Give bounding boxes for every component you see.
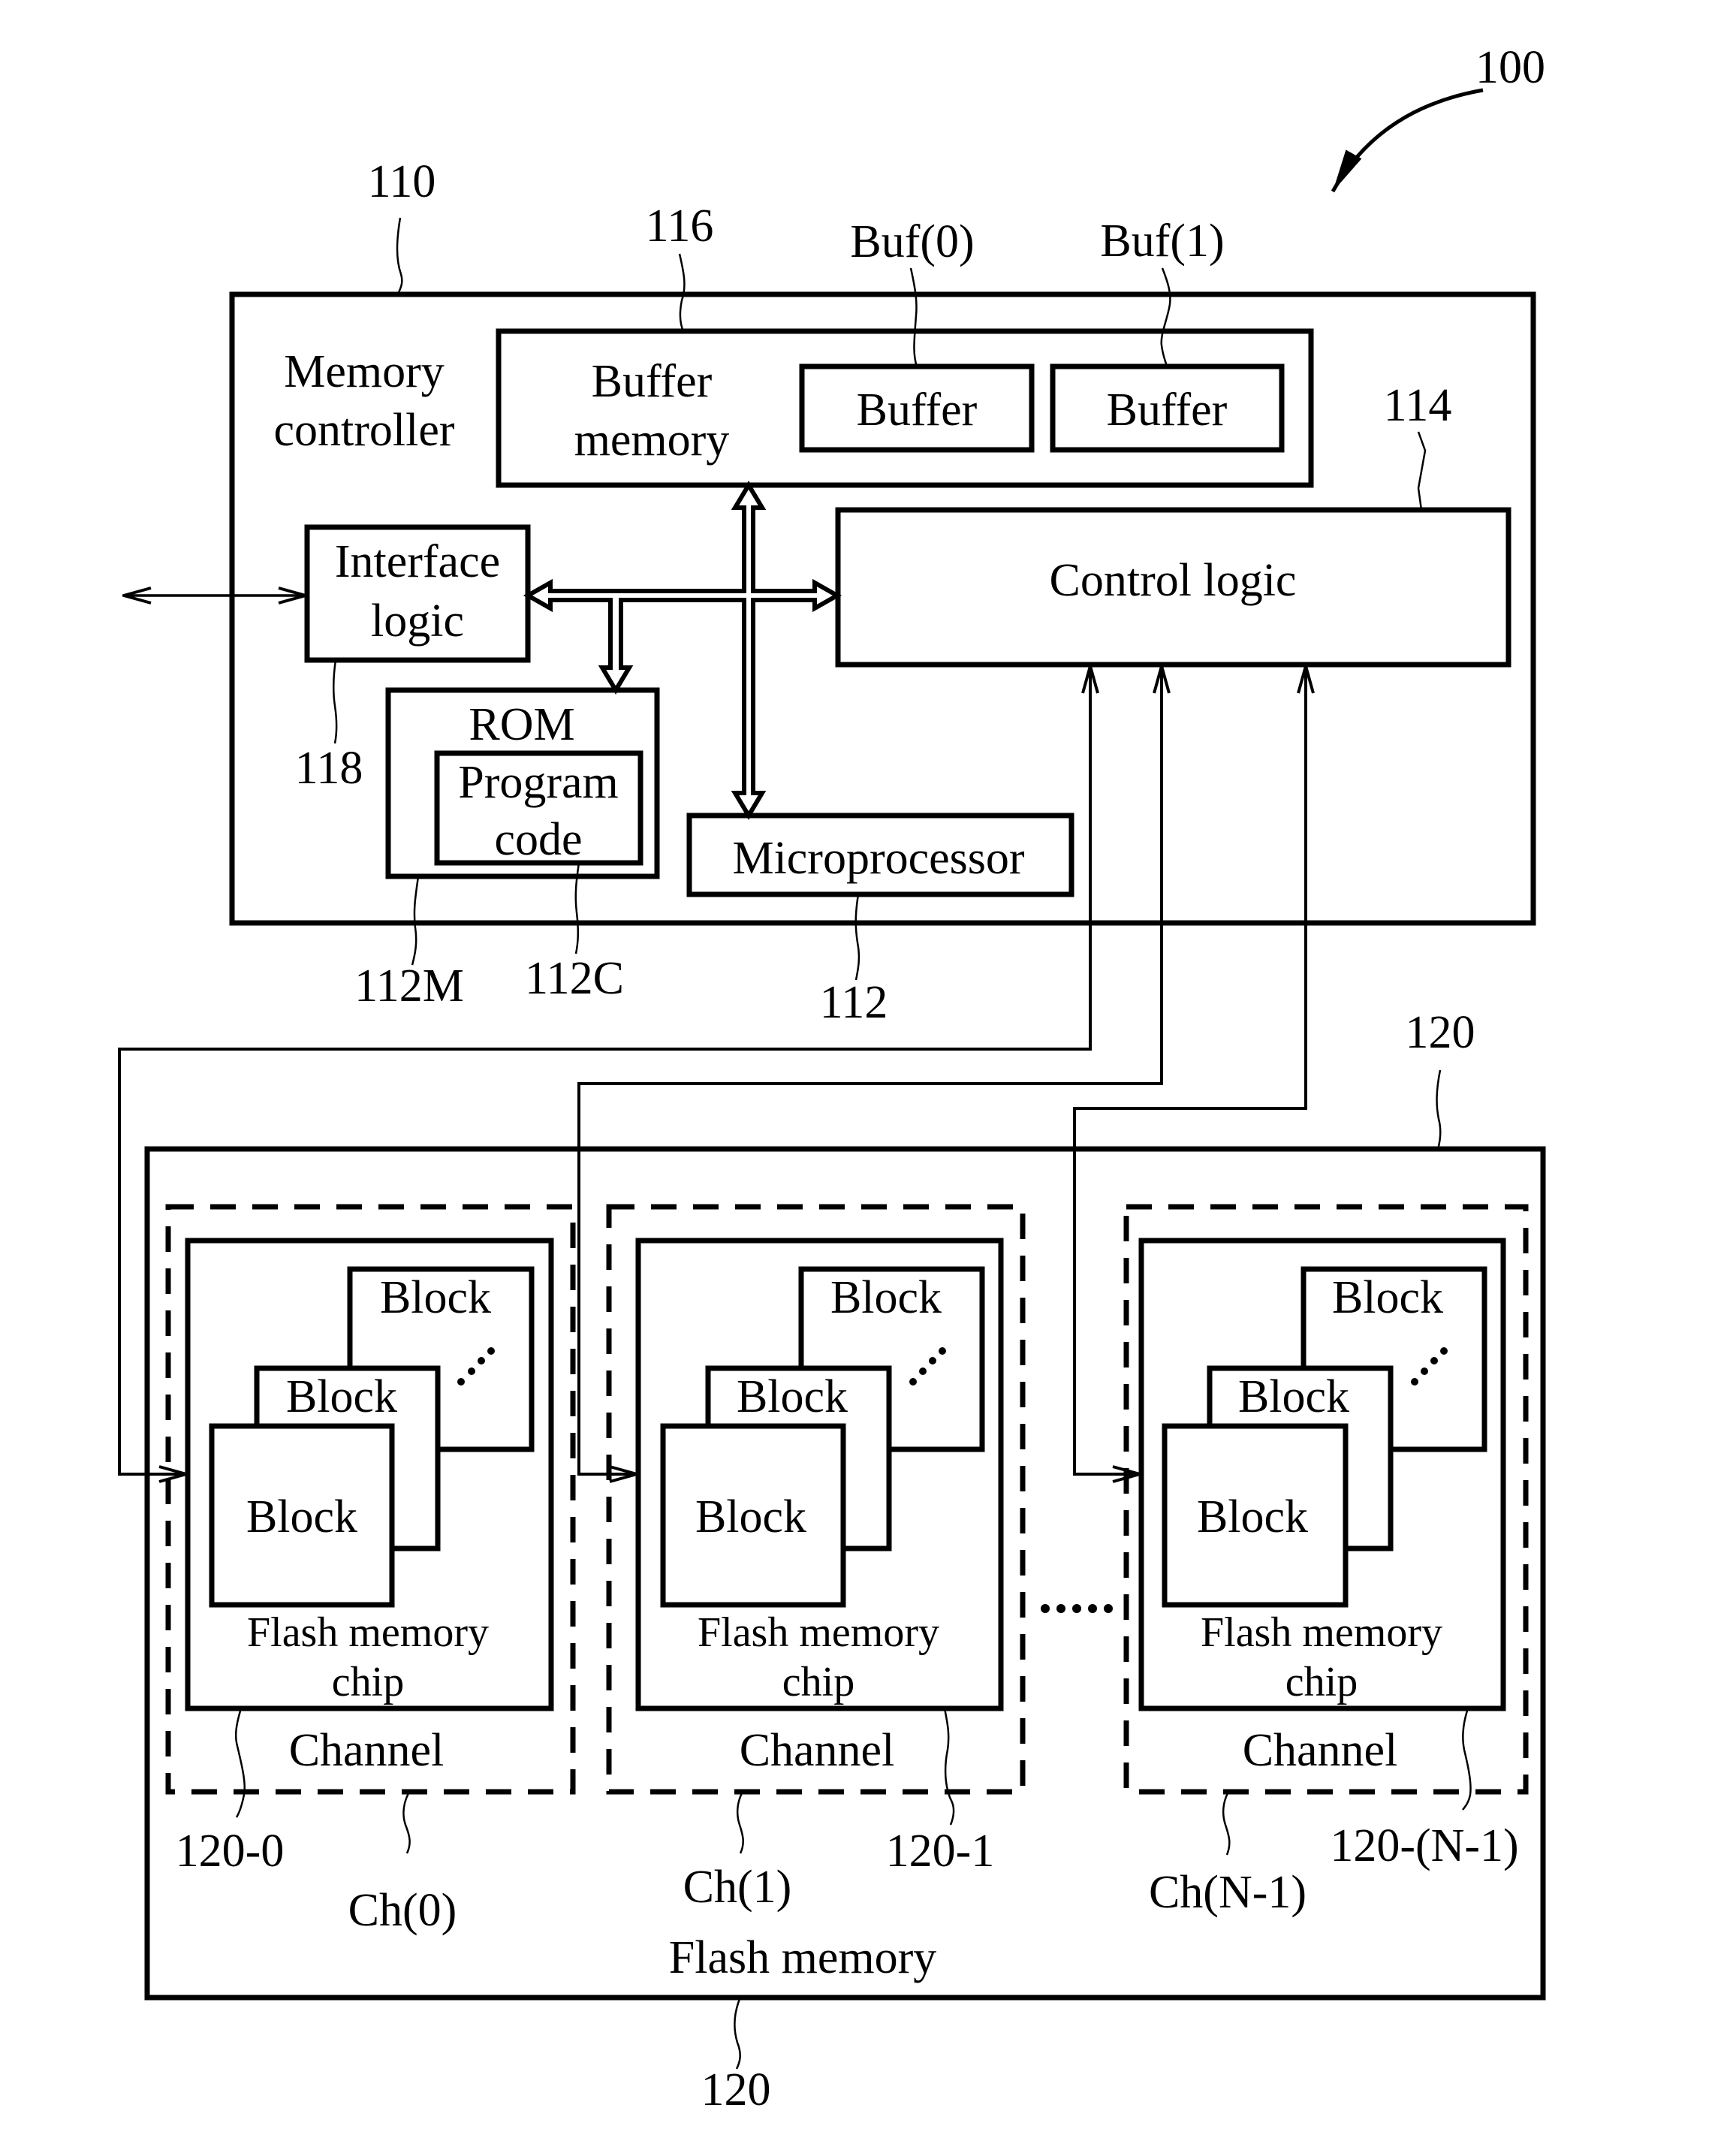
ellipsis-dot [1421, 1367, 1428, 1375]
leader-110 [396, 217, 403, 295]
ellipsis-dot [457, 1378, 465, 1386]
ref-buf-1: Buf(1) [1100, 216, 1224, 267]
channel-ellipsis [1041, 1604, 1113, 1613]
ellipsis-dot [487, 1347, 495, 1355]
ref-120-0: 120-0 [176, 1826, 285, 1877]
ellipsis-dot [1072, 1604, 1081, 1613]
flash-chip-0-label-1: Flash memory [247, 1609, 489, 1656]
rom-label: ROM [469, 699, 574, 750]
flash-memory-label: Flash memory [669, 1932, 936, 1983]
leader-ch-n-1 [1222, 1793, 1231, 1856]
system-reference: 100 [1331, 42, 1545, 193]
leader-120-n-1 [1462, 1708, 1472, 1811]
channel-1: Block Block Block Flash memory chip Chan… [606, 1204, 1026, 1913]
ref-120-1: 120-1 [886, 1826, 995, 1877]
flash-memory: 120 Flash memory 120 Block Block Block F… [144, 1007, 1546, 2115]
ref-ch-0: Ch(0) [348, 1885, 457, 1936]
ellipsis-dot [1104, 1604, 1113, 1613]
ref-120-top: 120 [1406, 1007, 1475, 1058]
leader-120-bottom [734, 1998, 741, 2070]
ellipsis-dot [1440, 1347, 1448, 1355]
block-1-back-label: Block [830, 1272, 942, 1323]
ellipsis-dot [1430, 1357, 1438, 1364]
ellipsis-dot [1088, 1604, 1097, 1613]
ref-112c: 112C [525, 953, 624, 1004]
ellipsis-dot [1411, 1378, 1418, 1386]
rom: ROM Program code 112M 112C [354, 687, 660, 1012]
ref-112m: 112M [354, 960, 464, 1012]
ellipsis-dot [468, 1367, 475, 1375]
block-diagram: 100 110 Memory controller 116 Buffer mem… [118, 42, 1546, 2115]
block-n-1-mid-label: Block [1238, 1371, 1349, 1422]
ellipsis-dot [478, 1357, 485, 1364]
buffer-1-label: Buffer [1107, 384, 1228, 436]
leader-120-0 [234, 1708, 246, 1818]
ellipsis-dot [1041, 1604, 1050, 1613]
ref-114: 114 [1384, 380, 1452, 431]
channel-n-1: Block Block Block Flash memory chip Chan… [1123, 1204, 1529, 1918]
ref-120-n-1: 120-(N-1) [1330, 1820, 1518, 1871]
flash-chip-0-label-2: chip [332, 1659, 404, 1705]
leader-120-1 [943, 1708, 955, 1826]
program-code-label-2: code [494, 814, 582, 865]
ellipsis-dot [909, 1378, 917, 1386]
flash-chip-n-1-label-2: chip [1285, 1659, 1358, 1705]
buffer-memory-label-2: memory [574, 415, 730, 466]
block-0-front-label: Block [246, 1491, 357, 1542]
ref-116: 116 [646, 201, 714, 252]
buffer-0-label: Buffer [857, 384, 978, 436]
channel-0: Block Block Block Flash memory chip Chan… [165, 1204, 576, 1936]
control-logic-label: Control logic [1050, 555, 1297, 606]
block-n-1-front-label: Block [1197, 1491, 1308, 1542]
flash-chip-1-label-2: chip [782, 1659, 854, 1705]
microprocessor-label: Microprocessor [732, 833, 1024, 884]
interface-logic-label-1: Interface [335, 536, 500, 587]
buffer-memory-label-1: Buffer [592, 356, 713, 407]
block-1-mid-label: Block [737, 1371, 848, 1422]
memory-controller-title-1: Memory [284, 346, 445, 397]
leader-120-top [1436, 1069, 1442, 1150]
program-code-label-1: Program [458, 757, 619, 808]
ref-120-bottom: 120 [701, 2064, 771, 2115]
channel-n-1-label: Channel [1243, 1725, 1398, 1776]
block-n-1-back-label: Block [1332, 1272, 1443, 1323]
curved-pointer-arrow [1331, 88, 1484, 193]
ref-ch-1: Ch(1) [683, 1862, 792, 1913]
ref-ch-n-1: Ch(N-1) [1149, 1867, 1307, 1918]
leader-ch-1 [736, 1793, 744, 1854]
ref-110: 110 [368, 156, 436, 207]
memory-controller-title-2: controller [273, 405, 454, 456]
ellipsis-dot [1056, 1604, 1065, 1613]
ellipsis-dot [939, 1347, 946, 1355]
buffer-memory: 116 Buffer memory Buffer Buf(0) Buffer B… [496, 201, 1314, 488]
block-0-mid-label: Block [286, 1371, 397, 1422]
block-0-back-label: Block [380, 1272, 491, 1323]
ellipsis-dot [929, 1357, 936, 1364]
flash-chip-n-1-label-1: Flash memory [1201, 1609, 1442, 1656]
channel-0-label: Channel [289, 1725, 445, 1776]
ellipsis-dot [919, 1367, 927, 1375]
interface-logic-label-2: logic [371, 596, 464, 647]
memory-controller: 110 Memory controller 116 Buffer memory … [124, 156, 1536, 1028]
block-1-front-label: Block [695, 1491, 806, 1542]
leader-ch-0 [402, 1793, 411, 1854]
ref-buf-0: Buf(0) [850, 216, 974, 267]
flash-chip-1-label-1: Flash memory [698, 1609, 939, 1656]
ref-100: 100 [1475, 42, 1545, 93]
ref-118: 118 [295, 743, 363, 794]
ref-112: 112 [820, 977, 888, 1028]
channel-1-label: Channel [740, 1725, 895, 1776]
